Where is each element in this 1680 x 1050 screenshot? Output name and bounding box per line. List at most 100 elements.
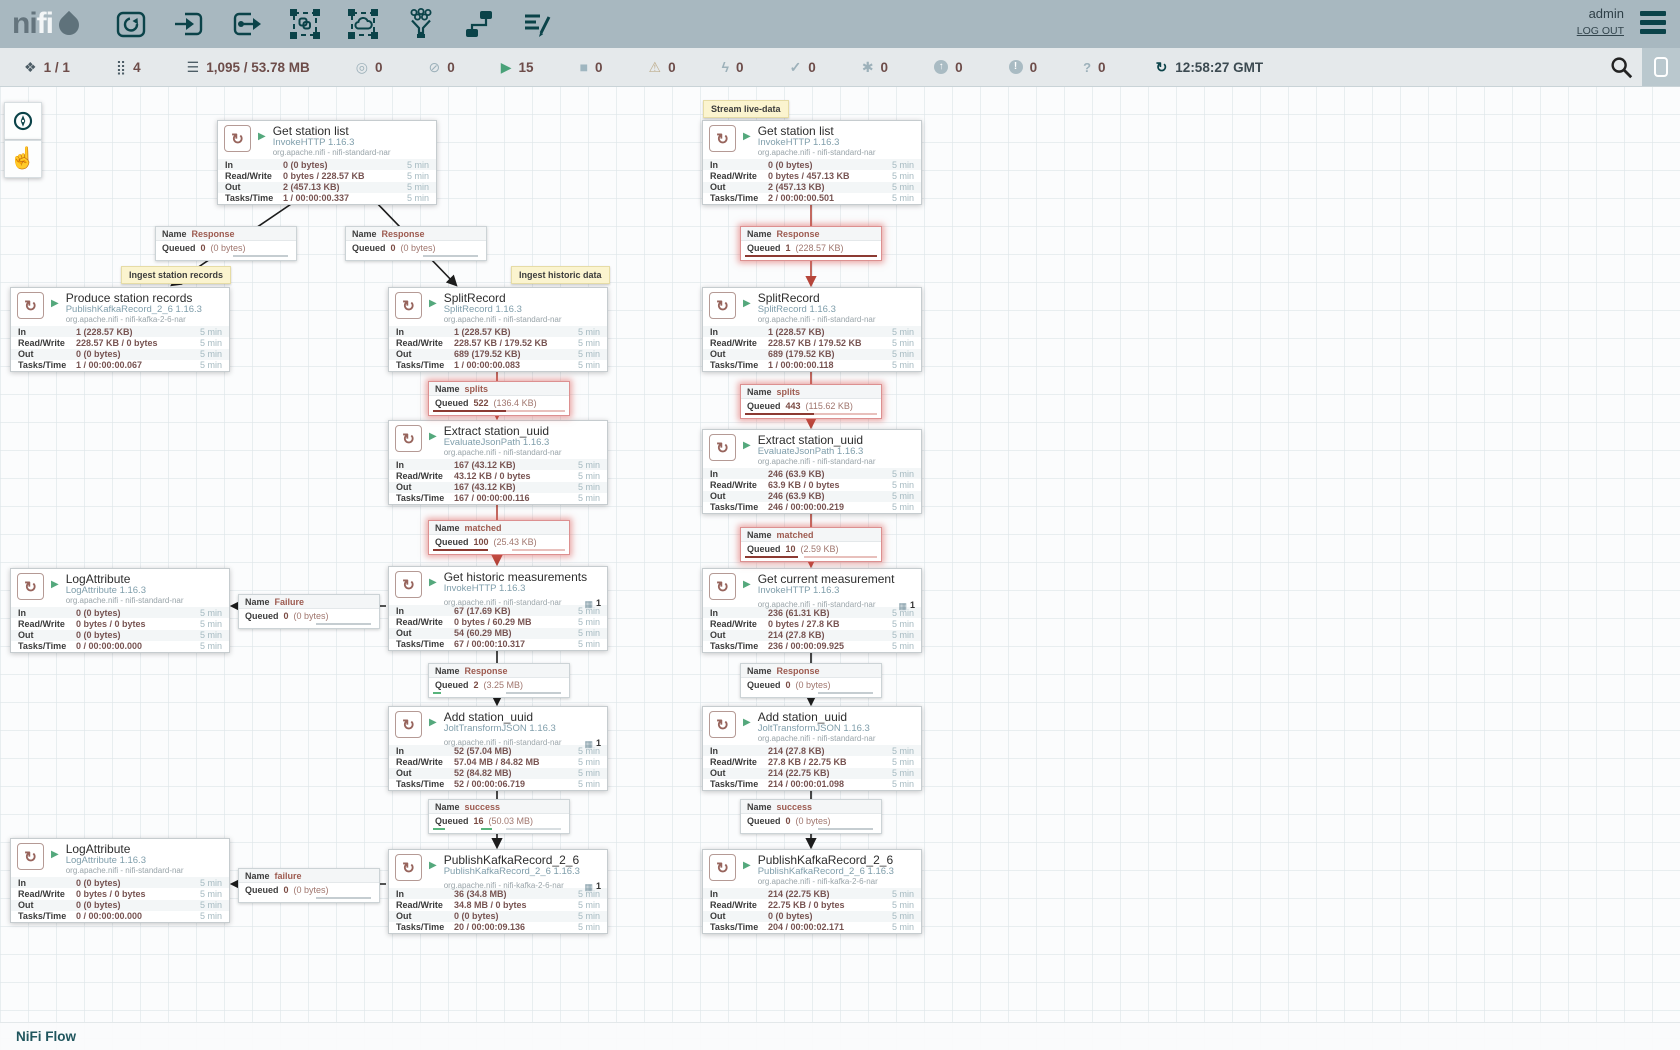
remote-process-group-icon[interactable] bbox=[341, 6, 385, 42]
connection-label[interactable]: Name matched Queued 10 (2.59 KB) bbox=[740, 527, 882, 562]
processor[interactable]: Add station_uuid JoltTransformJSON 1.16.… bbox=[388, 706, 608, 791]
stat-row: In0 (0 bytes)5 min bbox=[218, 159, 436, 170]
processor-bundle: org.apache.nifi - nifi-standard-nar bbox=[66, 596, 184, 606]
processor[interactable]: Produce station records PublishKafkaReco… bbox=[10, 287, 230, 372]
input-port-icon[interactable] bbox=[167, 6, 211, 42]
connection-name: Response bbox=[382, 229, 425, 239]
stat-row: Read/Write228.57 KB / 0 bytes5 min bbox=[11, 337, 229, 348]
canvas-label[interactable]: Ingest historic data bbox=[511, 266, 610, 284]
stat-row: Tasks/Time1 / 00:00:00.3375 min bbox=[218, 193, 436, 204]
connection-name-key: Name bbox=[747, 530, 772, 540]
stat-row: Out0 (0 bytes)5 min bbox=[11, 349, 229, 360]
processor-stats: In36 (34.8 MB)5 minRead/Write34.8 MB / 0… bbox=[389, 888, 607, 933]
connection-label[interactable]: Name splits Queued 443 (115.62 KB) bbox=[740, 384, 882, 419]
stat-row: In214 (22.75 KB)5 min bbox=[703, 888, 921, 899]
stat-row: Tasks/Time246 / 00:00:00.2195 min bbox=[703, 502, 921, 513]
logout-link[interactable]: LOG OUT bbox=[1577, 23, 1624, 39]
connection-label[interactable]: Name Response Queued 0 (0 bytes) bbox=[740, 663, 882, 698]
connection-label[interactable]: Name Response Queued 0 (0 bytes) bbox=[345, 226, 487, 261]
panel-toggle-icon[interactable] bbox=[1642, 48, 1680, 86]
stat-row: Read/Write0 bytes / 60.29 MB5 min bbox=[389, 616, 607, 627]
connection-name-key: Name bbox=[435, 384, 460, 394]
not-transmitting-icon bbox=[429, 59, 441, 75]
processor[interactable]: PublishKafkaRecord_2_6 PublishKafkaRecor… bbox=[388, 849, 608, 934]
breadcrumb[interactable]: NiFi Flow bbox=[16, 1029, 76, 1044]
stat-row: Out2 (457.13 KB)5 min bbox=[703, 182, 921, 193]
connection-name-key: Name bbox=[245, 597, 270, 607]
stat-row: Out54 (60.29 MB)5 min bbox=[389, 628, 607, 639]
connection-label[interactable]: Name splits Queued 522 (136.4 KB) bbox=[428, 381, 570, 416]
canvas-label[interactable]: Ingest station records bbox=[121, 266, 231, 284]
locally-modified-stale-icon bbox=[1009, 60, 1023, 74]
processor-icon[interactable] bbox=[109, 6, 153, 42]
processor[interactable]: SplitRecord SplitRecord 1.16.3 org.apach… bbox=[388, 287, 608, 372]
queue-progress-bar bbox=[433, 692, 565, 695]
navigate-palette-toggle[interactable] bbox=[4, 102, 42, 140]
refresh-icon[interactable] bbox=[1156, 59, 1168, 75]
flow-canvas[interactable]: Get station list InvokeHTTP 1.16.3 org.a… bbox=[0, 0, 1680, 1050]
transmitting-icon bbox=[356, 59, 368, 75]
processor[interactable]: Get historic measurements InvokeHTTP 1.1… bbox=[388, 566, 608, 651]
connection-name: Response bbox=[777, 229, 820, 239]
stat-row: In1 (228.57 KB)5 min bbox=[389, 326, 607, 337]
processor[interactable]: Get current measurement InvokeHTTP 1.16.… bbox=[702, 568, 922, 653]
queued-count: 0 bbox=[284, 885, 289, 895]
connection-label[interactable]: Name success Queued 0 (0 bytes) bbox=[740, 799, 882, 834]
processor[interactable]: SplitRecord SplitRecord 1.16.3 org.apach… bbox=[702, 287, 922, 372]
connection-name-key: Name bbox=[162, 229, 187, 239]
processor-type-icon bbox=[17, 843, 44, 870]
connection-label[interactable]: Name failure Queued 0 (0 bytes) bbox=[238, 868, 380, 903]
processor[interactable]: Extract station_uuid EvaluateJsonPath 1.… bbox=[702, 429, 922, 514]
connection-label[interactable]: Name Failure Queued 0 (0 bytes) bbox=[238, 594, 380, 629]
processor-type: PublishKafkaRecord_2_6 1.16.3 bbox=[66, 305, 223, 315]
queued-count: 0 bbox=[284, 611, 289, 621]
operate-palette-toggle[interactable]: ☝ bbox=[4, 140, 42, 178]
processor[interactable]: LogAttribute LogAttribute 1.16.3 org.apa… bbox=[10, 838, 230, 923]
status-item: 0 bbox=[1083, 59, 1105, 76]
processor[interactable]: PublishKafkaRecord_2_6 PublishKafkaRecor… bbox=[702, 849, 922, 934]
processor-stats: In1 (228.57 KB)5 minRead/Write228.57 KB … bbox=[389, 326, 607, 371]
funnel-icon[interactable] bbox=[399, 6, 443, 42]
connection-name-key: Name bbox=[435, 666, 460, 676]
queued-size: (3.25 MB) bbox=[484, 680, 524, 690]
stat-row: In1 (228.57 KB)5 min bbox=[11, 326, 229, 337]
output-port-icon[interactable] bbox=[225, 6, 269, 42]
connection-label[interactable]: Name Response Queued 0 (0 bytes) bbox=[155, 226, 297, 261]
processor-bundle: org.apache.nifi - nifi-standard-nar bbox=[758, 734, 876, 744]
canvas-label[interactable]: Stream live-data bbox=[703, 100, 789, 118]
connection-name: failure bbox=[275, 871, 302, 881]
processor-type-icon bbox=[709, 125, 736, 152]
processor[interactable]: Add station_uuid JoltTransformJSON 1.16.… bbox=[702, 706, 922, 791]
processor-type-icon bbox=[17, 573, 44, 600]
status-item: 4 bbox=[116, 59, 141, 75]
global-menu-icon[interactable] bbox=[1640, 5, 1666, 34]
label-icon[interactable] bbox=[515, 6, 559, 42]
stat-row: Out167 (43.12 KB)5 min bbox=[389, 482, 607, 493]
search-button[interactable] bbox=[1602, 48, 1640, 86]
template-icon[interactable] bbox=[457, 6, 501, 42]
queued-count: 1 bbox=[786, 243, 791, 253]
processor[interactable]: LogAttribute LogAttribute 1.16.3 org.apa… bbox=[10, 568, 230, 653]
processor-type-icon bbox=[395, 571, 422, 598]
processor[interactable]: Get station list InvokeHTTP 1.16.3 org.a… bbox=[217, 120, 437, 205]
processor[interactable]: Get station list InvokeHTTP 1.16.3 org.a… bbox=[702, 120, 922, 205]
status-item: 0 bbox=[649, 59, 676, 75]
process-group-icon[interactable] bbox=[283, 6, 327, 42]
processor[interactable]: Extract station_uuid EvaluateJsonPath 1.… bbox=[388, 420, 608, 505]
processor-type: SplitRecord 1.16.3 bbox=[758, 305, 915, 315]
connection-label[interactable]: Name Response Queued 2 (3.25 MB) bbox=[428, 663, 570, 698]
connection-name-key: Name bbox=[245, 871, 270, 881]
connection-label[interactable]: Name success Queued 16 (50.03 MB) bbox=[428, 799, 570, 834]
queued-size: (136.4 KB) bbox=[494, 398, 537, 408]
connection-queued-key: Queued bbox=[435, 398, 469, 408]
processor-stats: In1 (228.57 KB)5 minRead/Write228.57 KB … bbox=[703, 326, 921, 371]
queue-progress-bar bbox=[433, 549, 565, 552]
connection-label[interactable]: Name matched Queued 100 (25.43 KB) bbox=[428, 520, 570, 555]
connection-label[interactable]: Name Response Queued 1 (228.57 KB) bbox=[740, 226, 882, 261]
stat-row: In1 (228.57 KB)5 min bbox=[703, 326, 921, 337]
queued-size: (0 bytes) bbox=[401, 243, 436, 253]
stat-row: Tasks/Time0 / 00:00:00.0005 min bbox=[11, 911, 229, 922]
queued-size: (50.03 MB) bbox=[489, 816, 534, 826]
processor-stats: In167 (43.12 KB)5 minRead/Write43.12 KB … bbox=[389, 459, 607, 504]
queued-count: 16 bbox=[474, 816, 484, 826]
